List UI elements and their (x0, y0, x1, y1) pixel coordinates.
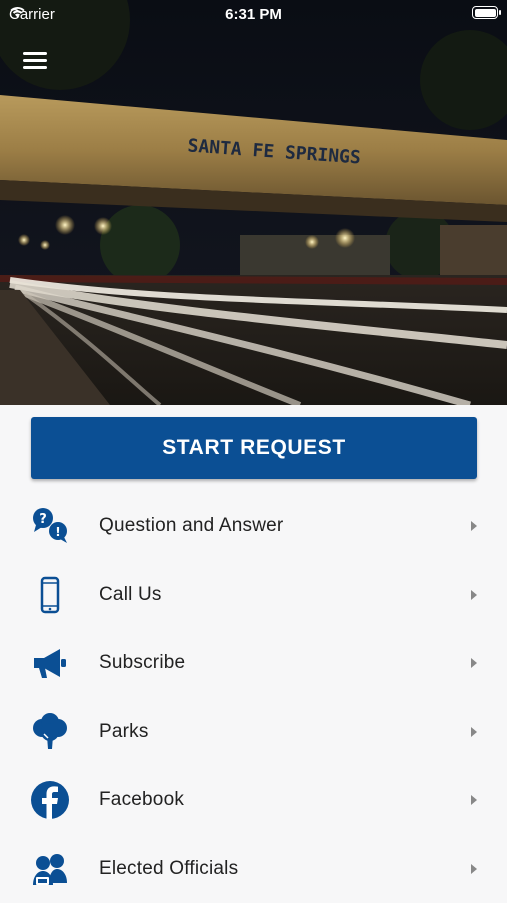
menu-item-question-and-answer[interactable]: ? ! Question and Answer (0, 492, 507, 561)
officials-icon (30, 849, 70, 889)
menu-item-label: Subscribe (99, 652, 185, 674)
hamburger-line (23, 66, 47, 69)
phone-icon (30, 575, 70, 615)
menu-item-label: Call Us (99, 584, 162, 606)
menu-item-subscribe[interactable]: Subscribe (0, 629, 507, 698)
menu-item-parks[interactable]: Parks (0, 698, 507, 767)
hero-image: SANTA FE SPRINGS Carrier 6:31 PM (0, 0, 507, 405)
menu-item-label: Question and Answer (99, 515, 283, 537)
battery-icon (472, 6, 498, 19)
chevron-right-icon (471, 864, 477, 874)
chevron-right-icon (471, 590, 477, 600)
service-menu: ? ! Question and Answer Call Us (0, 492, 507, 903)
hamburger-line (23, 52, 47, 55)
facebook-icon (30, 780, 70, 820)
chevron-right-icon (471, 658, 477, 668)
hero-photo: SANTA FE SPRINGS (0, 0, 507, 405)
start-request-button[interactable]: START REQUEST (31, 417, 477, 479)
svg-text:!: ! (55, 525, 60, 539)
menu-item-call-us[interactable]: Call Us (0, 561, 507, 630)
hamburger-line (23, 59, 47, 62)
chevron-right-icon (471, 727, 477, 737)
menu-item-label: Elected Officials (99, 858, 238, 880)
svg-text:?: ? (39, 512, 47, 527)
hamburger-menu-button[interactable] (23, 52, 47, 70)
chevron-right-icon (471, 795, 477, 805)
menu-item-facebook[interactable]: Facebook (0, 766, 507, 835)
status-bar: Carrier 6:31 PM (0, 0, 507, 28)
menu-item-label: Facebook (99, 789, 184, 811)
tree-icon (30, 712, 70, 752)
status-time: 6:31 PM (0, 6, 507, 23)
menu-item-elected-officials[interactable]: Elected Officials (0, 835, 507, 903)
question-answer-icon: ? ! (30, 506, 70, 546)
megaphone-icon (30, 643, 70, 683)
chevron-right-icon (471, 521, 477, 531)
menu-item-label: Parks (99, 721, 149, 743)
